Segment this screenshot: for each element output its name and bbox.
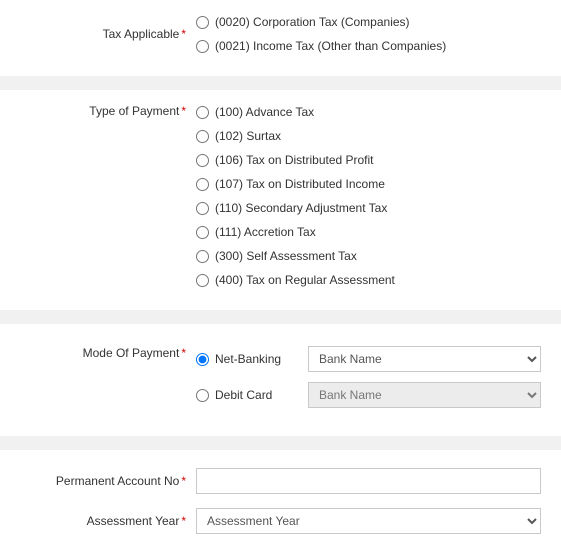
radio-input-payment-110[interactable] (196, 202, 209, 215)
radio-payment-300[interactable]: (300) Self Assessment Tax (196, 244, 553, 268)
radio-payment-111[interactable]: (111) Accretion Tax (196, 220, 553, 244)
radio-label: Net-Banking (215, 352, 281, 366)
radio-tax-0021[interactable]: (0021) Income Tax (Other than Companies) (196, 34, 553, 58)
radio-input-payment-102[interactable] (196, 130, 209, 143)
label-mode-of-payment: Mode Of Payment* (8, 342, 196, 360)
radio-label: (300) Self Assessment Tax (215, 249, 357, 263)
section-pan-year: Permanent Account No* Assessment Year* A… (0, 450, 561, 552)
radio-input-payment-111[interactable] (196, 226, 209, 239)
section-mode-of-payment: Mode Of Payment* Net-Banking Bank Name D… (0, 324, 561, 436)
input-pan[interactable] (196, 468, 541, 494)
radio-tax-0020[interactable]: (0020) Corporation Tax (Companies) (196, 10, 553, 34)
radio-input-payment-106[interactable] (196, 154, 209, 167)
radio-payment-100[interactable]: (100) Advance Tax (196, 100, 553, 124)
radio-input-tax-0021[interactable] (196, 40, 209, 53)
radio-payment-110[interactable]: (110) Secondary Adjustment Tax (196, 196, 553, 220)
radio-payment-107[interactable]: (107) Tax on Distributed Income (196, 172, 553, 196)
radio-payment-400[interactable]: (400) Tax on Regular Assessment (196, 268, 553, 292)
radio-input-debit-card[interactable] (196, 389, 209, 402)
radio-label: (107) Tax on Distributed Income (215, 177, 385, 191)
radio-input-payment-100[interactable] (196, 106, 209, 119)
select-bank-debitcard[interactable]: Bank Name (308, 382, 541, 408)
divider (0, 436, 561, 450)
radio-label: (0021) Income Tax (Other than Companies) (215, 39, 446, 53)
radio-payment-106[interactable]: (106) Tax on Distributed Profit (196, 148, 553, 172)
radio-label: (100) Advance Tax (215, 105, 314, 119)
radio-debit-card[interactable]: Debit Card (196, 388, 308, 402)
radio-label: (106) Tax on Distributed Profit (215, 153, 374, 167)
radio-net-banking[interactable]: Net-Banking (196, 352, 308, 366)
radio-label: Debit Card (215, 388, 272, 402)
radio-input-payment-400[interactable] (196, 274, 209, 287)
divider (0, 310, 561, 324)
radio-label: (102) Surtax (215, 129, 281, 143)
radio-input-payment-107[interactable] (196, 178, 209, 191)
radio-input-payment-300[interactable] (196, 250, 209, 263)
radio-label: (110) Secondary Adjustment Tax (215, 201, 387, 215)
label-pan: Permanent Account No* (8, 474, 196, 488)
section-type-of-payment: Type of Payment* (100) Advance Tax (102)… (0, 90, 561, 310)
radio-input-net-banking[interactable] (196, 353, 209, 366)
label-tax-applicable: Tax Applicable* (8, 27, 196, 41)
divider (0, 76, 561, 90)
section-tax-applicable: Tax Applicable* (0020) Corporation Tax (… (0, 0, 561, 76)
radio-payment-102[interactable]: (102) Surtax (196, 124, 553, 148)
radio-label: (400) Tax on Regular Assessment (215, 273, 395, 287)
radio-label: (111) Accretion Tax (215, 225, 316, 239)
radio-label: (0020) Corporation Tax (Companies) (215, 15, 410, 29)
label-assessment-year: Assessment Year* (8, 514, 196, 528)
radio-input-tax-0020[interactable] (196, 16, 209, 29)
select-bank-netbanking[interactable]: Bank Name (308, 346, 541, 372)
select-assessment-year[interactable]: Assessment Year (196, 508, 541, 534)
label-type-of-payment: Type of Payment* (8, 100, 196, 118)
